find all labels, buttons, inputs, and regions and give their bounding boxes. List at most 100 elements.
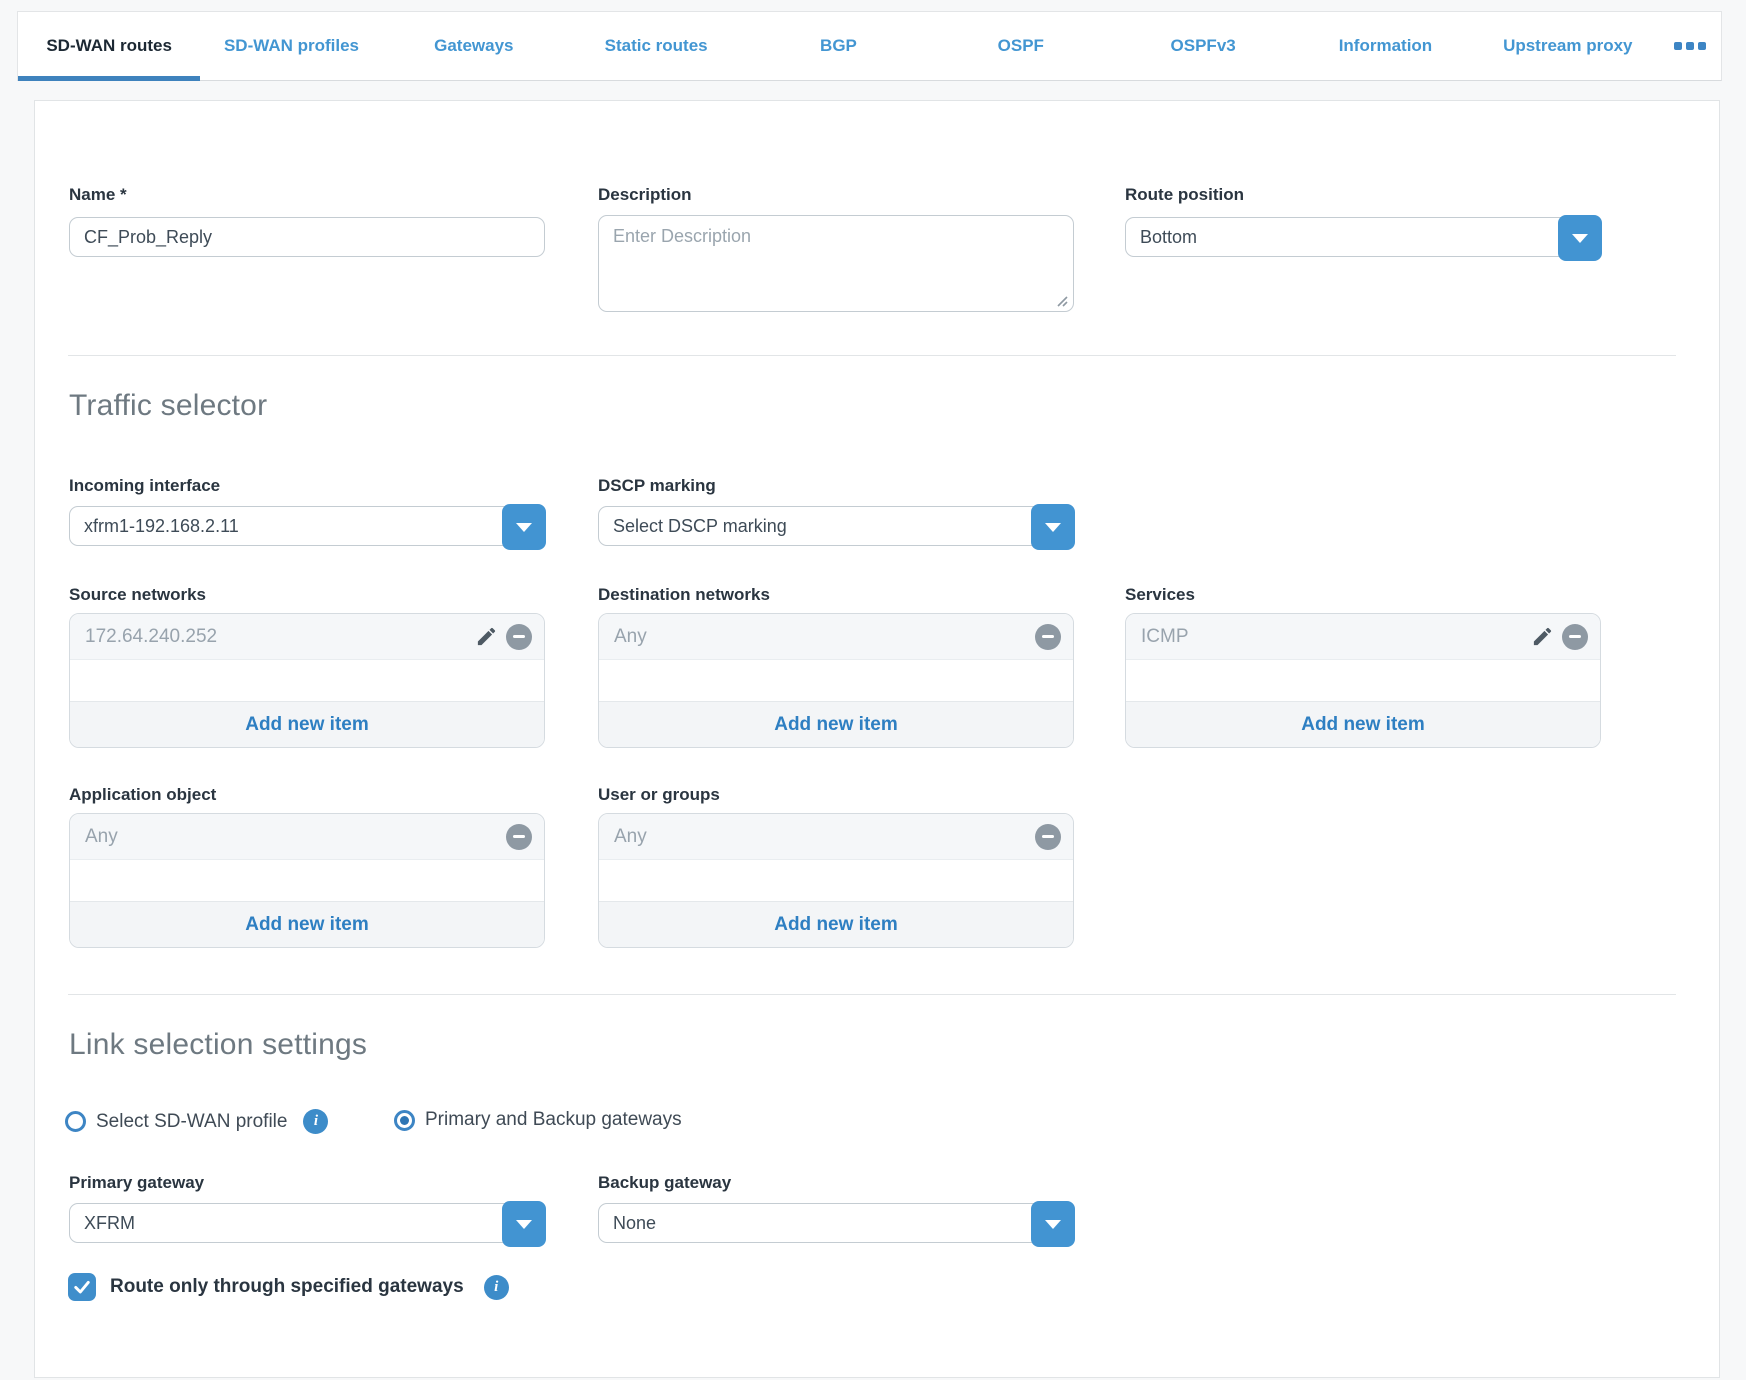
dropdown-button[interactable]: [502, 504, 546, 550]
remove-icon[interactable]: [1035, 824, 1061, 850]
tab-bgp[interactable]: BGP: [747, 12, 929, 80]
dscp-marking-select[interactable]: Select DSCP marking: [598, 506, 1074, 546]
list-item: ICMP: [1126, 614, 1600, 660]
info-icon[interactable]: i: [484, 1275, 509, 1300]
edit-icon[interactable]: [474, 625, 498, 649]
divider: [68, 994, 1676, 995]
services-listbox: ICMP Add new item: [1125, 613, 1601, 748]
add-new-item-button[interactable]: Add new item: [1126, 701, 1600, 747]
minus-bar: [513, 835, 525, 839]
list-item-text: Any: [85, 826, 506, 848]
add-new-item-button[interactable]: Add new item: [599, 701, 1073, 747]
dropdown-button[interactable]: [1558, 215, 1602, 261]
chevron-down-icon: [1572, 234, 1588, 243]
select-value: Bottom: [1126, 218, 1600, 256]
select-value: XFRM: [70, 1204, 544, 1242]
ellipsis-icon: [1686, 42, 1694, 50]
ellipsis-icon: [1674, 42, 1682, 50]
route-only-checkbox-row[interactable]: Route only through specified gateways i: [68, 1273, 509, 1301]
radio-icon: [394, 1110, 415, 1131]
incoming-interface-select[interactable]: xfrm1-192.168.2.11: [69, 506, 545, 546]
radio-label: Select SD-WAN profile: [96, 1111, 287, 1133]
route-position-label: Route position: [1125, 185, 1244, 205]
radio-icon: [65, 1111, 86, 1132]
dropdown-button[interactable]: [1031, 504, 1075, 550]
tab-sdwan-routes[interactable]: SD-WAN routes: [18, 12, 200, 80]
ellipsis-icon: [1698, 42, 1706, 50]
checkbox-checked-icon[interactable]: [68, 1273, 96, 1301]
description-textarea[interactable]: [598, 215, 1074, 312]
list-item-text: 172.64.240.252: [85, 626, 474, 648]
traffic-selector-heading: Traffic selector: [69, 389, 267, 423]
name-label: Name *: [69, 185, 127, 205]
page: SD-WAN routes SD-WAN profiles Gateways S…: [0, 0, 1746, 1380]
list-item-text: ICMP: [1141, 626, 1530, 648]
tab-label: Static routes: [605, 36, 708, 56]
list-item: Any: [70, 814, 544, 860]
tab-label: Gateways: [434, 36, 513, 56]
source-networks-listbox: 172.64.240.252 Add new item: [69, 613, 545, 748]
tab-label: OSPF: [998, 36, 1044, 56]
application-object-listbox: Any Add new item: [69, 813, 545, 948]
remove-icon[interactable]: [1562, 624, 1588, 650]
active-tab-underline: [18, 76, 200, 81]
services-label: Services: [1125, 585, 1195, 605]
tab-ospf[interactable]: OSPF: [930, 12, 1112, 80]
tab-label: Upstream proxy: [1503, 36, 1632, 56]
info-icon[interactable]: i: [303, 1109, 328, 1134]
dscp-marking-label: DSCP marking: [598, 476, 716, 496]
select-value: None: [599, 1204, 1073, 1242]
incoming-interface-label: Incoming interface: [69, 476, 220, 496]
tab-upstream-proxy[interactable]: Upstream proxy: [1477, 12, 1659, 80]
list-item-text: Any: [614, 826, 1035, 848]
remove-icon[interactable]: [506, 824, 532, 850]
form-panel: Name * Description Route position Bottom…: [34, 100, 1720, 1378]
backup-gateway-label: Backup gateway: [598, 1173, 731, 1193]
minus-bar: [1042, 635, 1054, 639]
radio-dot: [400, 1116, 409, 1125]
tab-static-routes[interactable]: Static routes: [565, 12, 747, 80]
remove-icon[interactable]: [506, 624, 532, 650]
route-position-select[interactable]: Bottom: [1125, 217, 1601, 257]
dropdown-button[interactable]: [502, 1201, 546, 1247]
tab-label: BGP: [820, 36, 857, 56]
remove-icon[interactable]: [1035, 624, 1061, 650]
divider: [68, 355, 1676, 356]
chevron-down-icon: [516, 1220, 532, 1229]
minus-bar: [1569, 635, 1581, 639]
chevron-down-icon: [516, 523, 532, 532]
tab-gateways[interactable]: Gateways: [383, 12, 565, 80]
list-item: 172.64.240.252: [70, 614, 544, 660]
edit-icon[interactable]: [1530, 625, 1554, 649]
name-input[interactable]: [69, 217, 545, 257]
dropdown-button[interactable]: [1031, 1201, 1075, 1247]
minus-bar: [513, 635, 525, 639]
minus-bar: [1042, 835, 1054, 839]
chevron-down-icon: [1045, 1220, 1061, 1229]
primary-gateway-select[interactable]: XFRM: [69, 1203, 545, 1243]
radio-select-sdwan-profile[interactable]: Select SD-WAN profile i: [65, 1109, 328, 1134]
tab-label: SD-WAN profiles: [224, 36, 359, 56]
checkbox-label: Route only through specified gateways: [110, 1276, 464, 1298]
application-object-label: Application object: [69, 785, 216, 805]
add-new-item-button[interactable]: Add new item: [70, 701, 544, 747]
source-networks-label: Source networks: [69, 585, 206, 605]
backup-gateway-select[interactable]: None: [598, 1203, 1074, 1243]
tab-ospfv3[interactable]: OSPFv3: [1112, 12, 1294, 80]
destination-networks-label: Destination networks: [598, 585, 770, 605]
tab-label: OSPFv3: [1171, 36, 1236, 56]
tab-information[interactable]: Information: [1294, 12, 1476, 80]
tab-sdwan-profiles[interactable]: SD-WAN profiles: [200, 12, 382, 80]
add-new-item-button[interactable]: Add new item: [599, 901, 1073, 947]
tab-bar: SD-WAN routes SD-WAN profiles Gateways S…: [17, 11, 1722, 81]
link-selection-heading: Link selection settings: [69, 1028, 367, 1062]
list-item-text: Any: [614, 626, 1035, 648]
checkmark-icon: [72, 1277, 92, 1297]
primary-gateway-label: Primary gateway: [69, 1173, 204, 1193]
user-or-groups-label: User or groups: [598, 785, 720, 805]
add-new-item-button[interactable]: Add new item: [70, 901, 544, 947]
select-value: Select DSCP marking: [599, 507, 1073, 545]
tab-more-menu[interactable]: [1659, 12, 1721, 80]
list-item: Any: [599, 814, 1073, 860]
radio-primary-backup-gateways[interactable]: Primary and Backup gateways: [394, 1109, 682, 1131]
